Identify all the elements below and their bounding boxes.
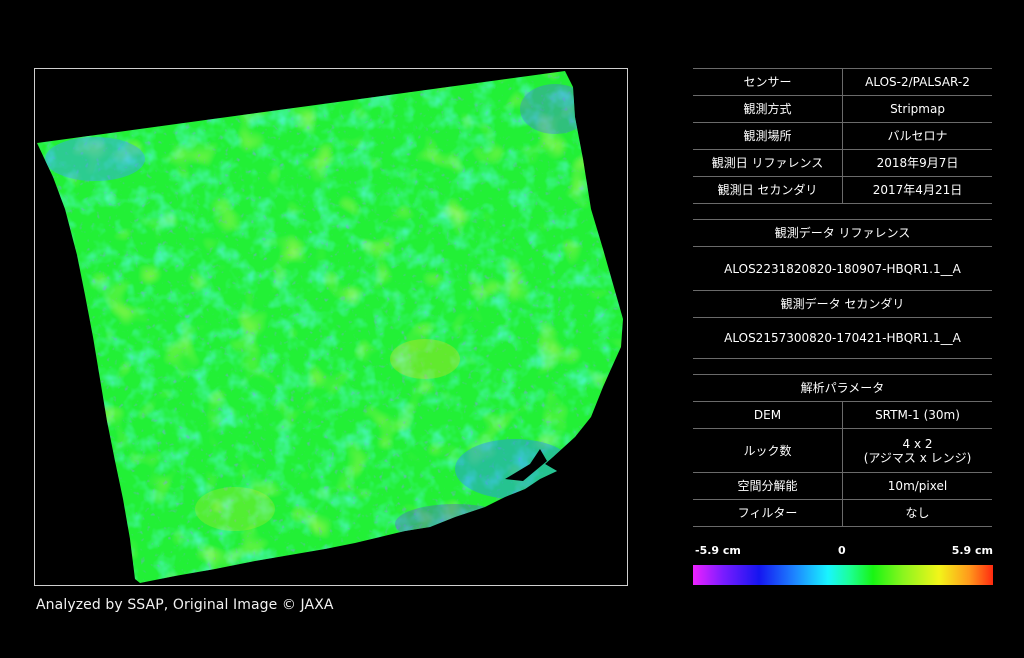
sec-data-value: ALOS2157300820-170421-HBQR1.1__A <box>724 331 961 345</box>
ref-data-label: 観測データ リファレンス <box>774 226 911 240</box>
info-row-sec-data: ALOS2157300820-170421-HBQR1.1__A <box>693 318 992 359</box>
info-row-filter: フィルター なし <box>693 500 992 526</box>
mode-label: 観測方式 <box>693 96 843 122</box>
resolution-label: 空間分解能 <box>693 473 843 499</box>
scale-max-label: 5.9 cm <box>951 544 993 557</box>
image-credit: Analyzed by SSAP, Original Image © JAXA <box>36 597 334 613</box>
info-row-looks: ルック数 4 x 2 (アジマス x レンジ) <box>693 429 992 473</box>
looks-value-line2: (アジマス x レンジ) <box>863 450 972 465</box>
info-row-sec-data-heading: 観測データ セカンダリ <box>693 291 992 318</box>
dem-value: SRTM-1 (30m) <box>875 408 960 422</box>
sensor-label: センサー <box>693 69 843 95</box>
displacement-image <box>37 71 623 583</box>
sec-data-label: 観測データ セカンダリ <box>780 297 905 311</box>
sensor-value: ALOS-2/PALSAR-2 <box>865 75 970 89</box>
info-row-dem: DEM SRTM-1 (30m) <box>693 402 992 429</box>
info-row-ref-date: 観測日 リファレンス 2018年9月7日 <box>693 150 992 177</box>
info-spacer <box>693 359 992 375</box>
info-row-sec-date: 観測日 セカンダリ 2017年4月21日 <box>693 177 992 204</box>
info-row-ref-data-heading: 観測データ リファレンス <box>693 220 992 247</box>
dem-label: DEM <box>693 402 843 428</box>
color-scale-bar <box>693 565 993 585</box>
ref-date-value: 2018年9月7日 <box>876 156 959 170</box>
resolution-value: 10m/pixel <box>887 479 948 493</box>
scale-mid-label: 0 <box>838 544 846 557</box>
observation-info-table: センサー ALOS-2/PALSAR-2 観測方式 Stripmap 観測場所 … <box>693 68 992 527</box>
info-row-location: 観測場所 バルセロナ <box>693 123 992 150</box>
looks-label: ルック数 <box>693 429 843 472</box>
ref-date-label: 観測日 リファレンス <box>693 150 843 176</box>
sec-date-label: 観測日 セカンダリ <box>693 177 843 203</box>
info-spacer <box>693 204 992 220</box>
scale-min-label: -5.9 cm <box>695 544 741 557</box>
location-value: バルセロナ <box>887 129 948 143</box>
interferogram-map <box>34 68 628 586</box>
ref-data-value: ALOS2231820820-180907-HBQR1.1__A <box>724 261 961 276</box>
info-row-sensor: センサー ALOS-2/PALSAR-2 <box>693 69 992 96</box>
mode-value: Stripmap <box>890 102 945 116</box>
params-label: 解析パラメータ <box>800 381 885 395</box>
looks-value: 4 x 2 (アジマス x レンジ) <box>843 429 992 472</box>
looks-value-line1: 4 x 2 <box>902 436 933 451</box>
filter-label: フィルター <box>693 500 843 526</box>
info-row-mode: 観測方式 Stripmap <box>693 96 992 123</box>
info-row-resolution: 空間分解能 10m/pixel <box>693 473 992 500</box>
sec-date-value: 2017年4月21日 <box>872 183 963 197</box>
color-scale-labels: -5.9 cm 0 5.9 cm <box>693 544 993 560</box>
info-row-ref-data: ALOS2231820820-180907-HBQR1.1__A <box>693 247 992 291</box>
filter-value: なし <box>905 506 930 520</box>
info-row-params-heading: 解析パラメータ <box>693 375 992 402</box>
location-label: 観測場所 <box>693 123 843 149</box>
